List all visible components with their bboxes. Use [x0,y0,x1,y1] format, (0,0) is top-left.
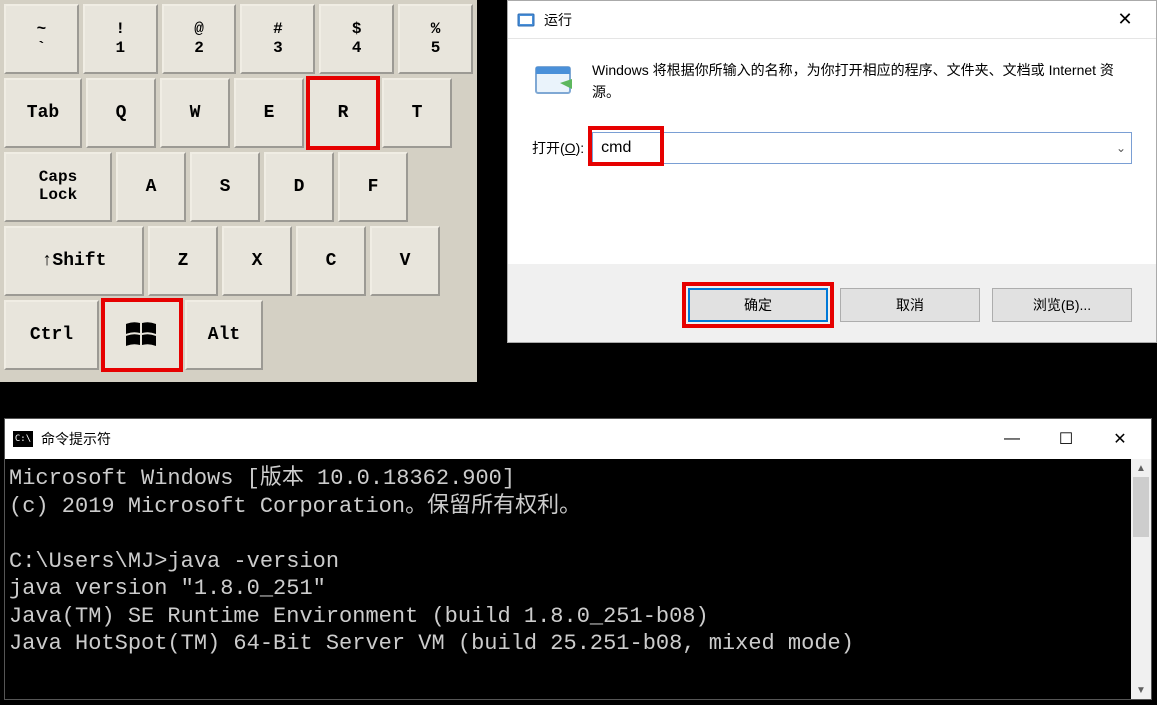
key-windows[interactable] [103,300,181,370]
key-4[interactable]: $4 [319,4,394,74]
cmd-scrollbar[interactable]: ▲ ▼ [1131,459,1151,699]
windows-logo-icon [124,320,160,350]
key-alt[interactable]: Alt [185,300,263,370]
cmd-window: C:\ 命令提示符 ― ☐ ✕ Microsoft Windows [版本 10… [4,418,1152,700]
run-app-icon [532,59,576,103]
key-w[interactable]: W [160,78,230,148]
cmd-close-button[interactable]: ✕ [1093,421,1147,457]
key-c[interactable]: C [296,226,366,296]
scroll-up-button[interactable]: ▲ [1131,459,1151,477]
cmd-titlebar[interactable]: C:\ 命令提示符 ― ☐ ✕ [5,419,1151,459]
key-backtick[interactable]: ~` [4,4,79,74]
run-open-label: 打开(O): [532,138,584,158]
run-dialog: 运行 ✕ Windows 将根据你所输入的名称，为你打开相应的程序、文件夹、文档… [507,0,1157,343]
key-r[interactable]: R [308,78,378,148]
scroll-down-button[interactable]: ▼ [1131,681,1151,699]
cmd-title: 命令提示符 [41,429,985,449]
cmd-output[interactable]: Microsoft Windows [版本 10.0.18362.900] (c… [5,459,1151,658]
key-z[interactable]: Z [148,226,218,296]
key-q[interactable]: Q [86,78,156,148]
close-icon: ✕ [1113,429,1126,449]
cmd-minimize-button[interactable]: ― [985,421,1039,457]
key-ctrl[interactable]: Ctrl [4,300,99,370]
cmd-maximize-button[interactable]: ☐ [1039,421,1093,457]
key-v[interactable]: V [370,226,440,296]
key-1[interactable]: !1 [83,4,158,74]
run-open-input[interactable] [592,132,1132,164]
cmd-title-icon: C:\ [13,431,33,447]
run-description: Windows 将根据你所输入的名称，为你打开相应的程序、文件夹、文档或 Int… [592,59,1132,104]
key-capslock[interactable]: Caps Lock [4,152,112,222]
run-title-icon [516,10,536,30]
maximize-icon: ☐ [1059,429,1073,449]
key-x[interactable]: X [222,226,292,296]
minimize-icon: ― [1004,430,1020,448]
run-titlebar[interactable]: 运行 ✕ [508,1,1156,39]
key-shift[interactable]: ↑Shift [4,226,144,296]
run-browse-button[interactable]: 浏览(B)... [992,288,1132,322]
key-tab[interactable]: Tab [4,78,82,148]
key-3[interactable]: #3 [240,4,315,74]
key-2[interactable]: @2 [162,4,237,74]
run-title: 运行 [544,10,1102,30]
scroll-thumb[interactable] [1133,477,1149,537]
key-5[interactable]: %5 [398,4,473,74]
key-a[interactable]: A [116,152,186,222]
key-f[interactable]: F [338,152,408,222]
key-d[interactable]: D [264,152,334,222]
run-close-button[interactable]: ✕ [1102,4,1148,36]
run-ok-button[interactable]: 确定 [688,288,828,322]
key-e[interactable]: E [234,78,304,148]
key-s[interactable]: S [190,152,260,222]
run-cancel-button[interactable]: 取消 [840,288,980,322]
key-t[interactable]: T [382,78,452,148]
onscreen-keyboard: ~` !1 @2 #3 $4 %5 Tab Q W E R T Caps Loc… [0,0,477,382]
close-icon: ✕ [1117,9,1132,30]
run-button-row: 确定 取消 浏览(B)... [508,264,1156,342]
